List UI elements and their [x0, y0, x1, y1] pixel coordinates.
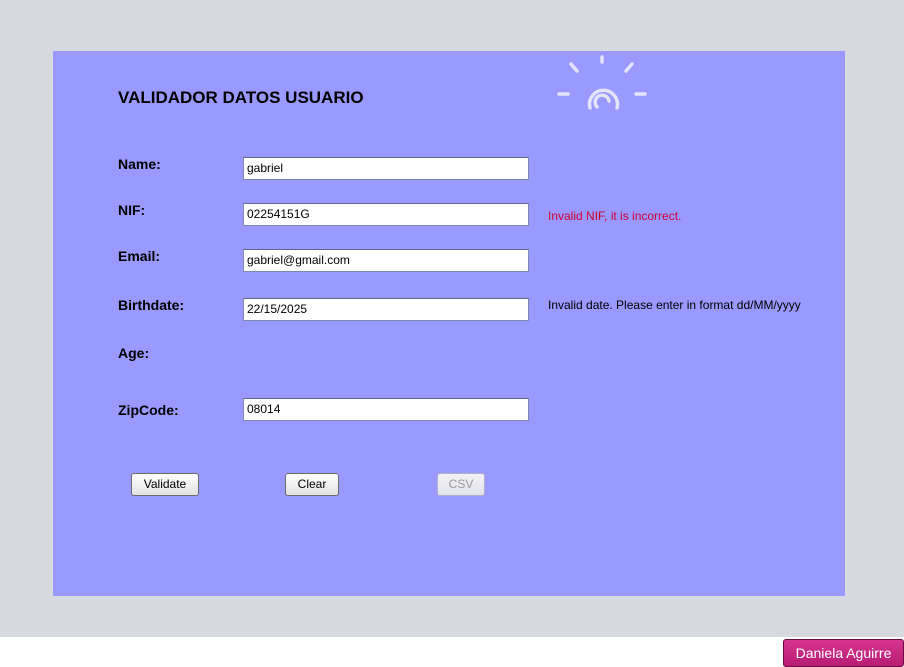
age-label: Age:	[118, 345, 150, 361]
clear-button[interactable]: Clear	[285, 473, 339, 496]
birthdate-error-message: Invalid date. Please enter in format dd/…	[548, 298, 801, 312]
user-name-badge[interactable]: Daniela Aguirre	[783, 639, 904, 667]
form-title: VALIDADOR DATOS USUARIO	[118, 88, 364, 107]
email-label: Email:	[118, 248, 161, 264]
name-input[interactable]: gabriel	[243, 157, 529, 180]
lightbulb-logo-icon	[557, 55, 647, 110]
birthdate-input[interactable]: 22/15/2025	[243, 298, 529, 321]
email-input[interactable]: gabriel@gmail.com	[243, 249, 529, 272]
csv-button: CSV	[437, 473, 485, 496]
nif-input[interactable]: 02254151G	[243, 203, 529, 226]
zipcode-label: ZipCode:	[118, 402, 179, 418]
birthdate-label: Birthdate:	[118, 297, 185, 313]
nif-error-message: Invalid NIF, it is incorrect.	[548, 209, 682, 223]
zipcode-input[interactable]: 08014	[243, 398, 529, 421]
form-panel: VALIDADOR DATOS USUARIO Name: gabriel NI…	[53, 51, 845, 596]
nif-label: NIF:	[118, 202, 146, 218]
app-background: VALIDADOR DATOS USUARIO Name: gabriel NI…	[0, 0, 904, 637]
name-label: Name:	[118, 156, 161, 172]
validate-button[interactable]: Validate	[131, 473, 199, 496]
